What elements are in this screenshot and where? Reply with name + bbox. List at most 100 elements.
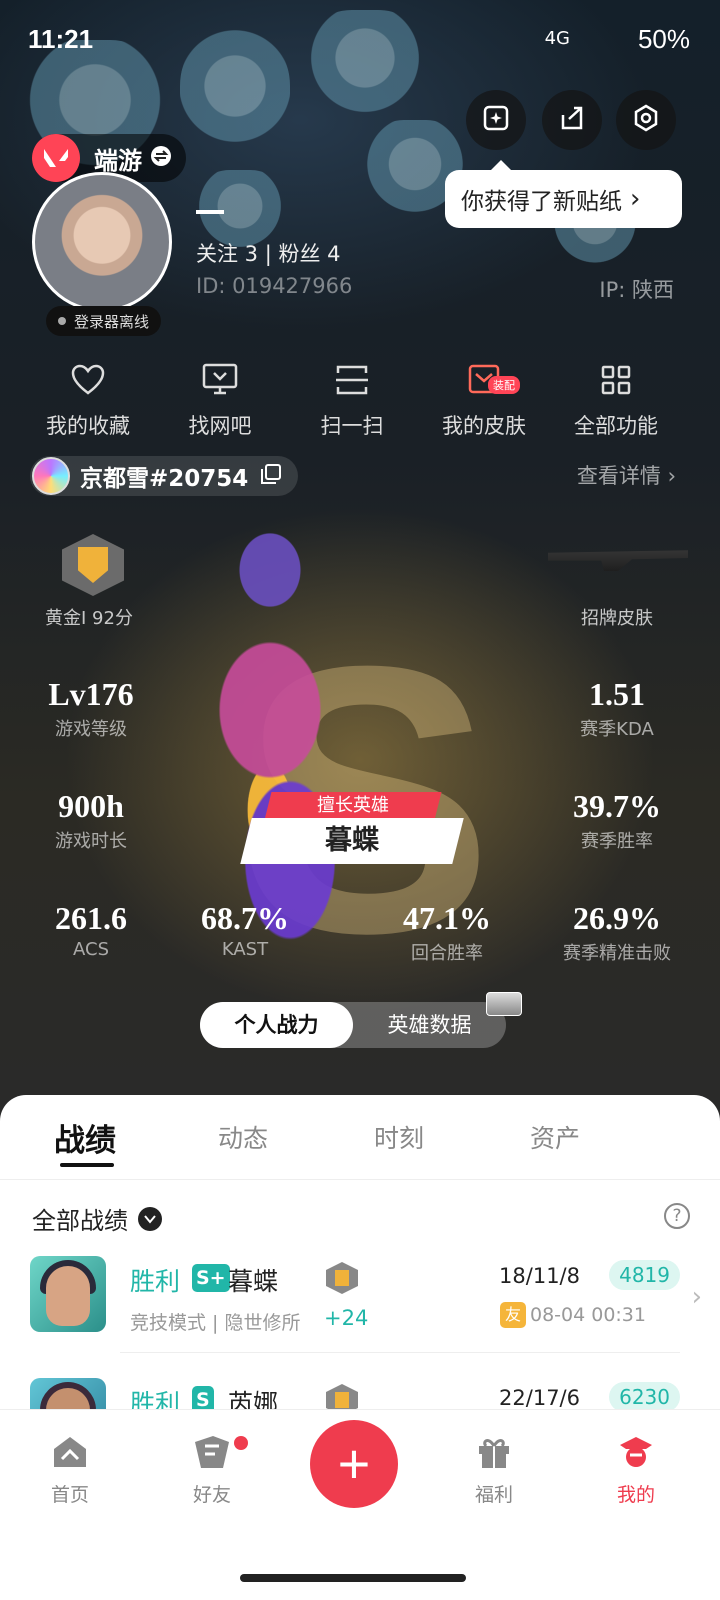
- stat-label: 赛季KDA: [580, 719, 654, 740]
- quick-action-all-features[interactable]: 全部功能: [556, 360, 676, 440]
- panel-tabs: 战绩 动态 时刻 资产: [0, 1095, 720, 1179]
- status-time: 11:21: [28, 24, 94, 54]
- riot-id: 京都雪#20754: [80, 466, 249, 492]
- plus-icon: +: [337, 1432, 371, 1495]
- status-bar: 11:21 4G 50%: [0, 0, 720, 80]
- game-account-chip[interactable]: 京都雪#20754: [30, 456, 299, 496]
- stat-headshot: 26.9% 赛季精准击败: [532, 900, 702, 965]
- friend-badge: 友: [500, 1302, 526, 1328]
- nav-home[interactable]: 首页: [20, 1432, 120, 1507]
- me-icon: [586, 1432, 686, 1472]
- match-kda: 18/11/8: [499, 1264, 580, 1288]
- active-tab-indicator: [60, 1163, 114, 1167]
- share-button[interactable]: [542, 90, 602, 150]
- quick-action-skins[interactable]: 装配 我的皮肤: [424, 360, 544, 440]
- stat-value: 26.9%: [573, 900, 661, 936]
- tab-moments[interactable]: 时刻: [374, 1119, 424, 1155]
- row-divider: [120, 1352, 680, 1353]
- quick-action-label: 找网吧: [188, 414, 252, 438]
- nav-label: 我的: [616, 1484, 655, 1506]
- quick-action-scan[interactable]: 扫一扫: [292, 360, 412, 440]
- stat-acs: 261.6 ACS: [6, 900, 176, 960]
- nav-friends[interactable]: 好友: [162, 1432, 262, 1507]
- stat-label: 赛季胜率: [581, 831, 653, 852]
- segment-personal-power[interactable]: 个人战力: [200, 1002, 353, 1048]
- nav-benefits[interactable]: 福利: [444, 1432, 544, 1507]
- chest-icon: [486, 992, 522, 1016]
- battery-level: 50%: [637, 24, 690, 54]
- stat-kda: 1.51 赛季KDA: [532, 676, 702, 741]
- follow-stats[interactable]: 关注 3 | 粉丝 4: [196, 238, 341, 268]
- tab-activity[interactable]: 动态: [218, 1119, 268, 1155]
- stat-rank: 黄金I 92分: [4, 602, 174, 630]
- stat-value: Lv176: [48, 676, 134, 712]
- stat-playtime: 900h 游戏时长: [6, 788, 176, 853]
- help-icon[interactable]: ?: [664, 1203, 690, 1229]
- match-date: 08-04 00:31: [529, 1304, 646, 1326]
- best-agent-name[interactable]: 暮蝶: [240, 818, 464, 864]
- quick-action-favorites[interactable]: 我的收藏: [28, 360, 148, 440]
- gift-icon: [444, 1432, 544, 1472]
- scan-icon: [292, 360, 412, 400]
- settings-icon: [631, 103, 661, 137]
- sticker-button[interactable]: [466, 90, 526, 150]
- quick-action-internet-cafe[interactable]: 找网吧: [160, 360, 280, 440]
- segment-agent-data[interactable]: 英雄数据: [353, 1002, 506, 1048]
- stat-kast: 68.7% KAST: [160, 900, 330, 960]
- bottom-navigation: 首页 好友 + 福利 我的: [0, 1410, 720, 1600]
- home-icon: [20, 1432, 120, 1472]
- stat-label: 赛季精准击败: [563, 943, 671, 964]
- stat-winrate: 39.7% 赛季胜率: [532, 788, 702, 853]
- switch-icon: [150, 145, 172, 171]
- sticker-icon: [481, 103, 511, 137]
- equip-tag: 装配: [488, 376, 520, 394]
- stat-round-winrate: 47.1% 回合胜率: [362, 900, 532, 965]
- nav-me[interactable]: 我的: [586, 1432, 686, 1507]
- notification-dot: [234, 1436, 248, 1450]
- new-sticker-tooltip[interactable]: 你获得了新贴纸 ›: [445, 160, 682, 228]
- copy-icon[interactable]: [260, 463, 282, 489]
- records-filter[interactable]: 全部战绩: [32, 1201, 162, 1236]
- tab-records[interactable]: 战绩: [54, 1115, 116, 1160]
- quick-action-label: 我的皮肤: [442, 414, 526, 438]
- stat-value: 39.7%: [573, 788, 661, 824]
- valorant-logo-icon: [32, 134, 80, 182]
- quick-action-label: 扫一扫: [320, 414, 384, 438]
- stat-value: 900h: [58, 788, 124, 824]
- avatar[interactable]: [32, 172, 172, 312]
- nav-label: 首页: [50, 1484, 89, 1506]
- nav-label: 好友: [192, 1484, 231, 1506]
- best-agent-name-text: 暮蝶: [325, 825, 379, 856]
- chevron-down-icon: [138, 1206, 162, 1231]
- stat-value: 261.6: [55, 900, 127, 936]
- user-id: ID: 019427966: [196, 274, 353, 298]
- quick-action-label: 全部功能: [574, 414, 658, 438]
- chevron-right-icon: ›: [630, 184, 641, 214]
- create-post-button[interactable]: +: [310, 1420, 398, 1508]
- match-score: 4819: [609, 1260, 680, 1290]
- rank-label: 黄金I 92分: [45, 608, 133, 629]
- stat-value: 1.51: [589, 676, 645, 712]
- agent-thumbnail: [30, 1256, 106, 1332]
- stat-label: 回合胜率: [411, 943, 483, 964]
- settings-button[interactable]: [616, 90, 676, 150]
- stat-label: 游戏时长: [55, 831, 127, 852]
- skin-label: 招牌皮肤: [581, 608, 653, 629]
- best-agent-tag: 擅长英雄: [264, 792, 442, 820]
- rank-points-delta: +24: [324, 1306, 369, 1330]
- heart-icon: [28, 360, 148, 400]
- share-icon: [557, 103, 587, 137]
- nickname-bar: [196, 210, 224, 214]
- match-rating-badge: S+: [192, 1264, 230, 1292]
- stat-label: ACS: [73, 939, 109, 960]
- tab-assets[interactable]: 资产: [530, 1119, 580, 1155]
- match-result: 胜利: [130, 1267, 181, 1296]
- home-indicator: [240, 1574, 466, 1582]
- app-name: 端游: [94, 146, 142, 175]
- best-agent-tag-text: 擅长英雄: [317, 795, 389, 816]
- view-details-link[interactable]: 查看详情 ›: [577, 460, 676, 490]
- stat-label: 游戏等级: [55, 719, 127, 740]
- match-score: 6230: [609, 1382, 680, 1412]
- ip-location: IP: 陕西: [599, 278, 674, 302]
- friends-icon: [162, 1432, 262, 1472]
